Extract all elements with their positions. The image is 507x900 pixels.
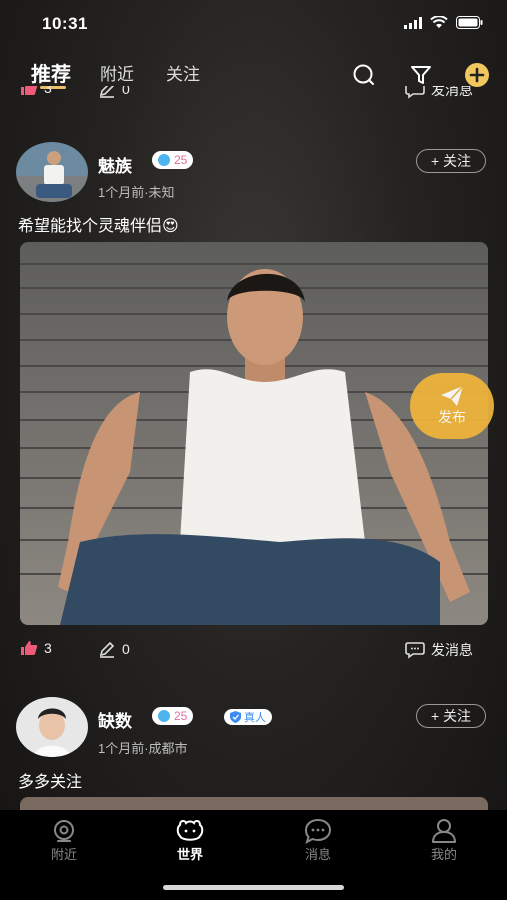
message-button[interactable]: 发消息 bbox=[405, 640, 473, 660]
battery-icon bbox=[456, 16, 483, 29]
post-photo[interactable] bbox=[20, 242, 488, 625]
like-button[interactable]: 3 bbox=[20, 640, 52, 656]
post-time-location: 1个月前·成都市 bbox=[98, 741, 188, 756]
tab-nearby[interactable]: 附近 bbox=[100, 60, 134, 85]
prev-like-count: 3 bbox=[44, 86, 52, 96]
like-count: 3 bbox=[44, 640, 52, 656]
status-time: 10:31 bbox=[42, 14, 88, 33]
bottom-tab-label: 世界 bbox=[176, 847, 203, 862]
status-bar: 10:31 bbox=[0, 0, 507, 46]
bottom-tab-profile[interactable]: 我的 bbox=[409, 818, 479, 863]
follow-button[interactable]: + 关注 bbox=[416, 149, 486, 173]
level-badge: 25 bbox=[152, 151, 194, 169]
publish-fab[interactable]: 发布 bbox=[410, 373, 494, 439]
bottom-tab-label: 附近 bbox=[50, 847, 77, 862]
avatar[interactable] bbox=[16, 142, 88, 202]
world-icon bbox=[176, 819, 204, 841]
level-icon bbox=[158, 154, 170, 166]
chat-icon bbox=[405, 642, 425, 659]
verified-label: 真人 bbox=[244, 712, 266, 724]
message-icon bbox=[304, 818, 332, 844]
home-indicator bbox=[163, 885, 344, 890]
bottom-tab-label: 消息 bbox=[304, 847, 331, 862]
bottom-tab-messages[interactable]: 消息 bbox=[283, 818, 353, 863]
message-label: 发消息 bbox=[431, 642, 473, 658]
post-card: 缺数 25 真人 1个月前·成都市 + 关注 多多关注 bbox=[0, 695, 507, 810]
prev-message-button[interactable]: 发消息 bbox=[405, 86, 473, 100]
prev-comment-count: 0 bbox=[122, 86, 130, 97]
comment-count: 0 bbox=[122, 641, 130, 657]
nearby-icon bbox=[54, 820, 74, 842]
pencil-icon bbox=[99, 86, 115, 98]
bottom-tab-nearby[interactable]: 附近 bbox=[29, 818, 99, 863]
thumbs-up-icon bbox=[21, 641, 38, 655]
thumbs-up-icon bbox=[21, 86, 38, 95]
add-post-icon[interactable] bbox=[464, 62, 490, 88]
paper-plane-icon bbox=[441, 385, 464, 406]
avatar[interactable] bbox=[16, 697, 88, 757]
username[interactable]: 缺数 bbox=[98, 707, 132, 732]
status-icons bbox=[404, 16, 483, 29]
profile-icon bbox=[432, 819, 456, 843]
post-text: 多多关注 bbox=[18, 774, 83, 791]
chat-icon bbox=[405, 86, 425, 99]
username[interactable]: 魅族 bbox=[98, 152, 132, 177]
shield-check-icon bbox=[230, 711, 241, 723]
level-value: 25 bbox=[174, 709, 188, 723]
comment-button[interactable]: 0 bbox=[98, 640, 130, 658]
prev-post-actions: 3 0 发消息 bbox=[0, 86, 507, 100]
post-photo[interactable] bbox=[20, 797, 488, 810]
level-icon bbox=[158, 710, 170, 722]
level-value: 25 bbox=[174, 153, 188, 167]
prev-message-label: 发消息 bbox=[431, 86, 473, 98]
filter-icon[interactable] bbox=[408, 62, 434, 88]
verified-badge: 真人 bbox=[224, 709, 272, 725]
search-icon[interactable] bbox=[351, 62, 377, 88]
prev-comment-button[interactable]: 0 bbox=[98, 86, 130, 98]
wifi-icon bbox=[430, 16, 448, 28]
level-badge: 25 bbox=[152, 707, 194, 725]
tab-following[interactable]: 关注 bbox=[166, 60, 200, 85]
prev-like-button[interactable]: 3 bbox=[20, 86, 52, 96]
post-text: 希望能找个灵魂伴侣😍 bbox=[18, 218, 179, 235]
tab-recommend[interactable]: 推荐 bbox=[31, 58, 71, 87]
pencil-icon bbox=[99, 641, 115, 658]
follow-button[interactable]: + 关注 bbox=[416, 704, 486, 728]
bottom-tab-label: 我的 bbox=[430, 847, 457, 862]
publish-label: 发布 bbox=[438, 409, 466, 425]
post-time-location: 1个月前·未知 bbox=[98, 185, 175, 200]
bottom-tab-world[interactable]: 世界 bbox=[155, 818, 225, 863]
signal-icon bbox=[404, 16, 422, 29]
post-actions: 3 0 发消息 bbox=[0, 640, 507, 664]
